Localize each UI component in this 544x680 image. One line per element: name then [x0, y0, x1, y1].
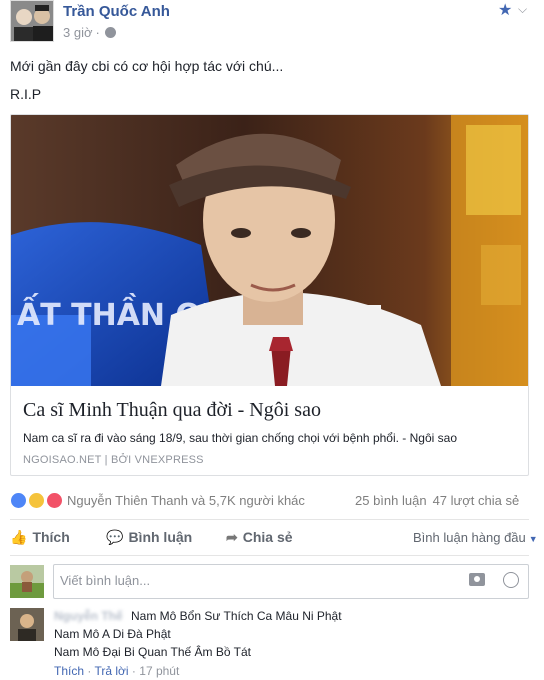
- share-button[interactable]: ➦ Chia sẻ: [226, 529, 293, 546]
- love-reaction-icon: [46, 492, 63, 509]
- facebook-post: Trần Quốc Anh 3 giờ · ★ ⌵ Mới gần đây cbi…: [0, 0, 544, 680]
- share-count[interactable]: 47 lượt chia sẻ: [433, 493, 520, 508]
- author-avatar[interactable]: [10, 0, 54, 42]
- commenter-name[interactable]: Nguyễn Thế: [54, 609, 123, 623]
- comment-button[interactable]: 💬 Bình luận: [106, 529, 192, 546]
- link-title[interactable]: Ca sĩ Minh Thuận qua đời - Ngôi sao: [23, 399, 321, 422]
- comment-sort-dropdown[interactable]: Bình luận hàng đầu ▼: [413, 530, 538, 545]
- comment-text-line-1: Nam Mô Bổn Sư Thích Ca Mâu Ni Phật: [131, 609, 342, 623]
- caret-down-icon: ▼: [528, 534, 538, 544]
- comment-text-line-3: Nam Mô Đại Bi Quan Thế Âm Bồ Tát: [54, 645, 251, 659]
- link-source: NGOISAO.NET | BỞI VNEXPRESS: [23, 454, 204, 466]
- comment-actions: Thích · Trả lời · 17 phút: [54, 664, 179, 678]
- comment-input-box[interactable]: [53, 564, 529, 599]
- star-icon[interactable]: ★: [498, 0, 512, 20]
- meta-separator: ·: [95, 25, 100, 40]
- divider: [10, 519, 529, 520]
- post-message-line-2: R.I.P: [10, 86, 42, 102]
- globe-icon[interactable]: [104, 27, 116, 38]
- like-label: Thích: [32, 529, 70, 545]
- current-user-avatar[interactable]: [10, 565, 44, 598]
- comment-input[interactable]: [60, 573, 440, 588]
- thumbs-up-icon: 👍: [10, 529, 28, 545]
- divider: [10, 555, 529, 556]
- comment-actions-sep: ·: [87, 664, 92, 678]
- like-button[interactable]: 👍 Thích: [10, 529, 70, 546]
- reaction-summary[interactable]: Nguyễn Thiên Thanh và 5,7K người khác: [67, 493, 305, 508]
- commenter-avatar[interactable]: [10, 608, 44, 641]
- comment-text-line-2: Nam Mô A Di Đà Phật: [54, 627, 171, 641]
- comment-label: Bình luận: [128, 529, 193, 545]
- timestamp[interactable]: 3 giờ: [63, 25, 93, 40]
- link-description: Nam ca sĩ ra đi vào sáng 18/9, sau thời …: [23, 431, 457, 445]
- sort-label: Bình luận hàng đầu: [413, 530, 526, 545]
- comment-count[interactable]: 25 bình luận: [355, 493, 427, 508]
- author-name[interactable]: Trần Quốc Anh: [63, 3, 170, 20]
- comment-actions-sep: ·: [131, 664, 136, 678]
- emoji-icon[interactable]: [503, 572, 519, 588]
- link-preview-image[interactable]: ẤT THẦN QUE: [11, 115, 528, 386]
- comment-like-link[interactable]: Thích: [54, 664, 84, 678]
- comment-icon: 💬: [106, 529, 124, 545]
- comment-time[interactable]: 17 phút: [139, 664, 179, 678]
- share-icon: ➦: [226, 529, 238, 545]
- comment-reply-link[interactable]: Trả lời: [94, 664, 128, 678]
- share-label: Chia sẻ: [242, 529, 293, 545]
- engagement-counts: 25 bình luận 47 lượt chia sẻ: [355, 493, 519, 508]
- post-meta: 3 giờ ·: [63, 25, 116, 40]
- sad-reaction-icon: [28, 492, 45, 509]
- link-preview-card[interactable]: ẤT THẦN QUE Ca sĩ Minh Thuận qua đời - N…: [10, 114, 529, 476]
- post-message-line-1: Mới gần đây cbi có cơ hội hợp tác với ch…: [10, 58, 284, 74]
- chevron-down-icon[interactable]: ⌵: [518, 2, 527, 17]
- like-reaction-icon: [10, 492, 27, 509]
- camera-icon[interactable]: [469, 573, 485, 586]
